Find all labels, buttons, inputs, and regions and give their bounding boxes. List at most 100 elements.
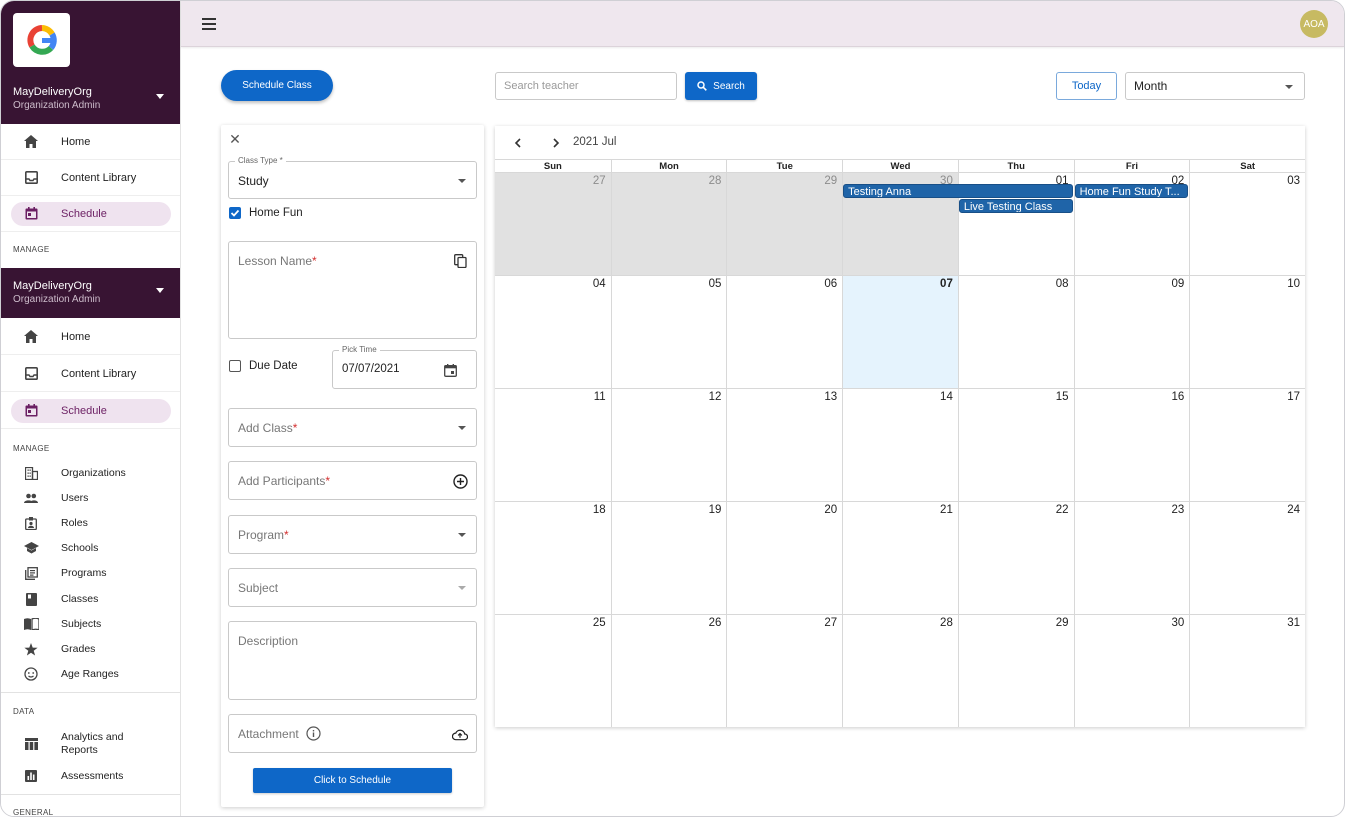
sidebar-item-programs[interactable]: Programs [1,562,180,584]
calendar-day-cell[interactable]: 19 [610,501,727,614]
attachment-label: Attachment [238,727,299,741]
add-class-select[interactable]: Add Class* [228,408,477,447]
description-field[interactable]: Description [228,621,477,700]
calendar-day-cell[interactable]: 27 [495,172,611,275]
section-heading-general: GENERAL [13,808,54,817]
sidebar-item-organizations[interactable]: Organizations [1,462,180,484]
today-button[interactable]: Today [1056,72,1117,100]
class-type-value: Study [238,174,269,188]
calendar-event[interactable]: Testing Anna [843,184,1073,198]
sidebar-item-subjects[interactable]: Subjects [1,613,180,635]
chevron-right-icon[interactable] [549,136,563,150]
add-circle-icon[interactable] [452,473,468,489]
calendar-day-cell[interactable]: 24 [1189,501,1305,614]
sidebar-item-roles[interactable]: Roles [1,512,180,534]
menu-icon[interactable] [202,18,216,30]
calendar-day-cell[interactable]: 28 [842,614,958,727]
sidebar-item-schools[interactable]: Schools [1,537,180,559]
chevron-left-icon[interactable] [511,136,525,150]
calendar-day-cell[interactable]: 15 [957,388,1074,501]
calendar-event[interactable]: Live Testing Class [958,199,1073,213]
calendar: 2021 Jul Sun Mon Tue Wed Thu Fri Sat 27 28 29 30 0… [495,126,1305,727]
calendar-day-cell[interactable]: 12 [610,388,727,501]
school-icon [23,540,39,556]
calendar-day-cell[interactable]: 10 [1189,275,1305,388]
org-switcher[interactable]: MayDeliveryOrg Organization Admin [1,74,180,124]
sidebar-item-grades[interactable]: Grades [1,638,180,660]
info-icon[interactable] [306,726,321,744]
org-role: Organization Admin [13,294,101,305]
calendar-day-cell[interactable]: 11 [495,388,611,501]
pick-time-field[interactable]: Pick Time 07/07/2021 [332,345,477,389]
calendar-day-cell[interactable]: 09 [1073,275,1190,388]
calendar-day-cell[interactable]: 26 [610,614,727,727]
search-button[interactable]: Search [685,72,757,100]
lesson-name-field[interactable]: Lesson Name* [228,241,477,339]
due-date-label: Due Date [249,360,298,372]
day-number: 29 [824,175,838,187]
calendar-day-cell[interactable]: 25 [495,614,611,727]
calendar-event[interactable]: Home Fun Study T... [1074,184,1189,198]
sidebar-item-age-ranges[interactable]: Age Ranges [1,663,180,685]
calendar-day-cell[interactable]: 20 [726,501,843,614]
day-number: 28 [940,617,953,629]
calendar-day-cell[interactable]: 13 [726,388,843,501]
attachment-field[interactable]: Attachment [228,714,477,753]
cloud-upload-icon[interactable] [452,726,468,742]
sidebar-item-home[interactable]: Home [1,319,180,355]
app-logo[interactable] [13,13,70,67]
sidebar-item-assessments[interactable]: Assessments [1,765,180,787]
calendar-day-cell[interactable]: 23 [1073,501,1190,614]
calendar-day-cell[interactable]: 28 [610,172,727,275]
calendar-picker-icon[interactable] [442,362,458,378]
face-icon [23,666,39,682]
click-to-schedule-button[interactable]: Click to Schedule [253,768,452,793]
calendar-day-cell[interactable]: 06 [726,275,843,388]
calendar-day-cell[interactable]: 17 [1189,388,1305,501]
inbox-icon [23,170,39,186]
avatar[interactable]: AOA [1300,10,1328,38]
calendar-day-cell[interactable]: 16 [1073,388,1190,501]
calendar-view-select[interactable]: Month [1125,72,1305,100]
home-fun-checkbox[interactable] [229,207,241,219]
search-teacher-input[interactable] [495,72,677,100]
day-number: 13 [824,391,838,403]
sidebar-item-label: Home [61,330,91,343]
sidebar-item-schedule[interactable]: Schedule [1,196,180,232]
sidebar-item-content-library[interactable]: Content Library [1,356,180,392]
calendar-day-cell[interactable]: 27 [726,614,843,727]
calendar-day-cell[interactable]: 03 [1189,172,1305,275]
add-participants-field[interactable]: Add Participants* [228,461,477,500]
calendar-day-cell[interactable]: 22 [957,501,1074,614]
close-icon[interactable]: ✕ [229,132,241,146]
calendar-day-cell[interactable]: 29 [957,614,1074,727]
schedule-class-button[interactable]: Schedule Class [221,70,333,101]
calendar-day-cell[interactable]: 30 [1073,614,1190,727]
calendar-day-today[interactable]: 07 [842,275,958,388]
program-select[interactable]: Program* [228,515,477,554]
copy-icon[interactable] [452,253,468,269]
sidebar-item-analytics-reports[interactable]: Analytics and Reports [1,730,180,758]
calendar-day-cell[interactable]: 18 [495,501,611,614]
day-number: 11 [593,391,606,403]
sidebar-item-schedule[interactable]: Schedule [1,393,180,429]
calendar-day-cell[interactable]: 29 [726,172,843,275]
sidebar-item-label: Age Ranges [61,667,119,680]
day-number: 12 [708,391,722,403]
section-heading-manage: MANAGE [13,444,50,453]
class-type-select[interactable]: Class Type * Study [228,156,477,199]
sidebar-item-content-library[interactable]: Content Library [1,160,180,196]
calendar-day-cell[interactable]: 04 [495,275,611,388]
due-date-checkbox[interactable] [229,360,241,372]
subject-select[interactable]: Subject [228,568,477,607]
calendar-day-cell[interactable]: 21 [842,501,958,614]
sidebar-item-users[interactable]: Users [1,487,180,509]
calendar-day-cell[interactable]: 05 [610,275,727,388]
calendar-day-cell[interactable]: 31 [1189,614,1305,727]
org-switcher-secondary[interactable]: MayDeliveryOrg Organization Admin [1,268,180,318]
sidebar-item-label: Content Library [61,367,137,380]
sidebar-item-home[interactable]: Home [1,124,180,160]
calendar-day-cell[interactable]: 14 [842,388,958,501]
sidebar-item-classes[interactable]: Classes [1,588,180,610]
calendar-day-cell[interactable]: 08 [957,275,1074,388]
